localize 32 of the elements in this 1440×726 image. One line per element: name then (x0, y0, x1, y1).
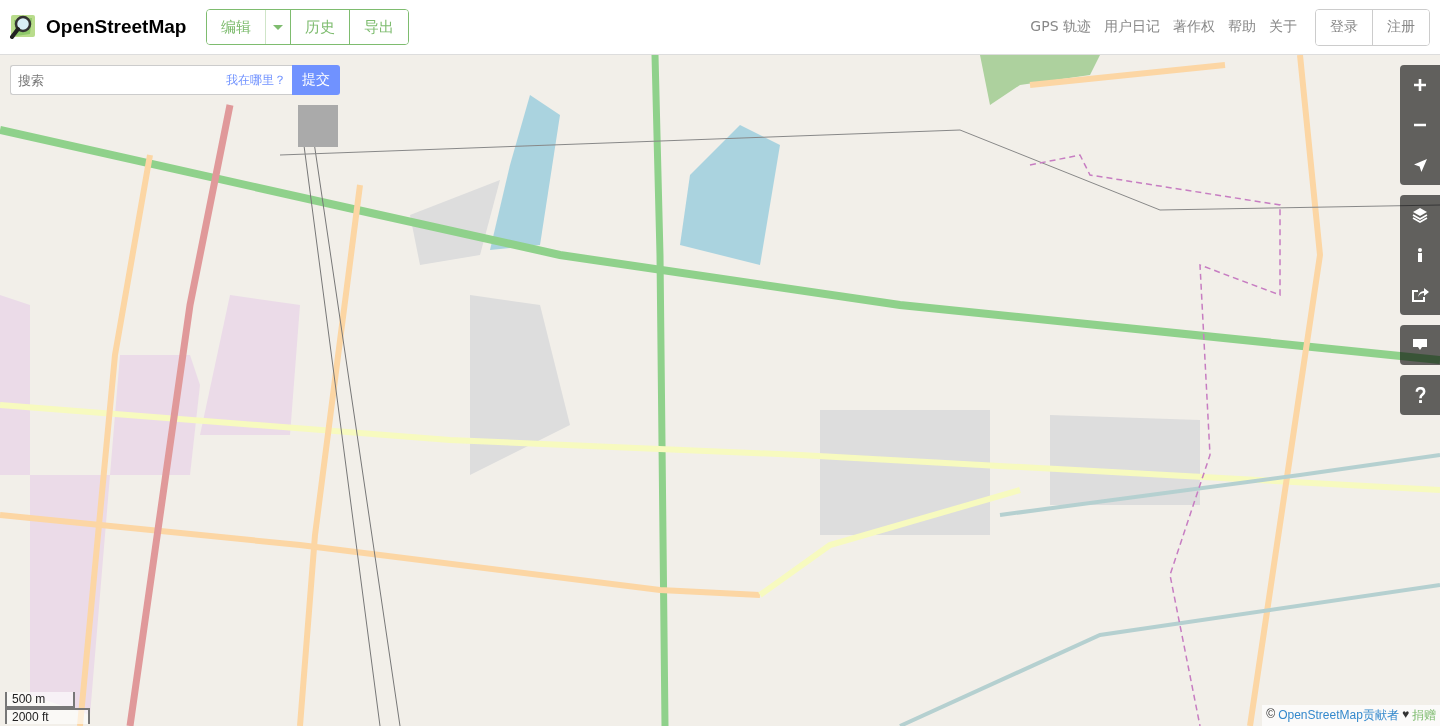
layers-button[interactable] (1400, 195, 1440, 235)
search-field[interactable]: 搜索 我在哪里？ (10, 65, 292, 95)
nav-link[interactable]: 关于 (1269, 18, 1297, 36)
zoom-in-icon (1413, 78, 1427, 92)
submit-button[interactable]: 提交 (292, 65, 340, 95)
nav-link[interactable]: 帮助 (1228, 18, 1256, 36)
zoom-in-button[interactable] (1400, 65, 1440, 105)
zoom-out-icon (1413, 123, 1427, 127)
nav-link[interactable]: GPS 轨迹 (1030, 18, 1091, 36)
share-button[interactable] (1400, 275, 1440, 315)
donate-link[interactable]: 捐赠 (1412, 707, 1436, 724)
note-button[interactable] (1400, 325, 1440, 365)
where-am-i-link[interactable]: 我在哪里？ (226, 71, 286, 89)
heart-symbol: ♥ (1401, 707, 1409, 723)
layers-icon (1412, 207, 1428, 223)
account-button[interactable]: 注册 (1372, 9, 1429, 45)
locate-button[interactable] (1400, 145, 1440, 185)
nav-link[interactable]: 著作权 (1173, 18, 1215, 36)
toolbar-button[interactable]: 导出 (349, 10, 409, 44)
nav-link[interactable]: 用户日记 (1104, 18, 1160, 36)
comment-icon (1413, 339, 1427, 351)
scale-bar: 2000 ft (5, 708, 90, 724)
site-title[interactable]: OpenStreetMap (46, 16, 187, 38)
locate-icon (1413, 158, 1427, 172)
share-icon (1411, 287, 1429, 303)
copyright-symbol: © (1266, 707, 1276, 723)
help-icon (1414, 386, 1426, 404)
contributors-link[interactable]: OpenStreetMap贡献者 (1278, 707, 1399, 724)
caret-icon (273, 24, 284, 30)
help-button[interactable] (1400, 375, 1440, 415)
info-icon (1418, 248, 1422, 262)
scale-bar: 500 m (5, 692, 75, 708)
